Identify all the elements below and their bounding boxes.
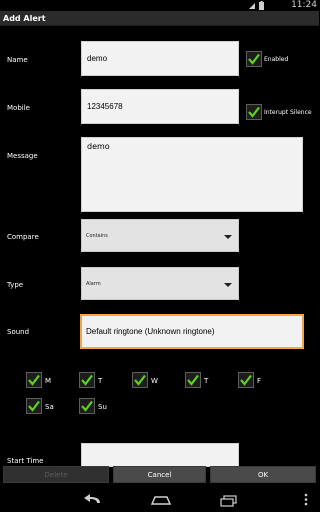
cancel-button[interactable]: Cancel [113, 466, 206, 483]
message-input[interactable]: demo [81, 137, 303, 212]
interrupt-silence-checkbox[interactable] [246, 104, 262, 120]
enabled-label: Enabled [264, 56, 289, 63]
check-icon [28, 374, 40, 386]
day-checkbox-thursday[interactable] [185, 372, 201, 388]
start-time-label: Start Time [7, 457, 44, 465]
dropdown-arrow-icon [224, 283, 232, 287]
day-checkbox-tuesday[interactable] [79, 372, 95, 388]
mobile-label: Mobile [7, 104, 30, 112]
title-bar: Add Alert [0, 11, 319, 26]
name-input[interactable] [81, 41, 239, 76]
type-value: Alarm [86, 281, 101, 287]
start-time-input[interactable] [81, 443, 239, 467]
home-icon[interactable] [150, 492, 172, 511]
interrupt-silence-label: Interupt Silence [264, 109, 312, 116]
check-icon [28, 400, 40, 412]
sound-label: Sound [7, 328, 30, 336]
enabled-checkbox[interactable] [246, 51, 262, 67]
check-icon [248, 106, 260, 118]
day-checkbox-wednesday[interactable] [132, 372, 148, 388]
status-clock: 11:24 [291, 0, 317, 10]
day-label-monday: M [45, 377, 52, 385]
check-icon [240, 374, 252, 386]
check-icon [81, 374, 93, 386]
delete-button[interactable]: Delete [3, 466, 109, 483]
day-checkbox-monday[interactable] [26, 372, 42, 388]
day-label-thursday: T [204, 377, 209, 385]
day-label-sunday: Su [98, 403, 107, 411]
dropdown-arrow-icon [224, 235, 232, 239]
day-label-tuesday: T [98, 377, 103, 385]
recents-icon[interactable] [220, 492, 238, 511]
check-icon [81, 400, 93, 412]
day-label-friday: F [257, 377, 262, 385]
compare-value: Contains [86, 233, 108, 239]
overflow-menu-icon[interactable] [304, 491, 308, 510]
compare-dropdown[interactable]: Contains [81, 219, 239, 252]
day-checkbox-friday[interactable] [238, 372, 254, 388]
day-label-saturday: Sa [45, 403, 54, 411]
name-label: Name [7, 56, 28, 64]
day-checkbox-saturday[interactable] [26, 398, 42, 414]
day-label-wednesday: W [151, 377, 158, 385]
back-icon[interactable] [82, 491, 102, 510]
check-icon [187, 374, 199, 386]
page-title: Add Alert [3, 14, 46, 23]
check-icon [134, 374, 146, 386]
compare-label: Compare [7, 233, 39, 241]
check-icon [248, 53, 260, 65]
type-label: Type [7, 281, 24, 289]
type-dropdown[interactable]: Alarm [81, 267, 239, 300]
navigation-bar [0, 484, 319, 512]
mobile-input[interactable] [81, 89, 239, 124]
message-label: Message [7, 152, 38, 160]
status-bar: 11:24 [0, 0, 319, 11]
sound-input[interactable] [80, 314, 304, 349]
ok-button[interactable]: OK [210, 466, 316, 483]
day-checkbox-sunday[interactable] [79, 398, 95, 414]
